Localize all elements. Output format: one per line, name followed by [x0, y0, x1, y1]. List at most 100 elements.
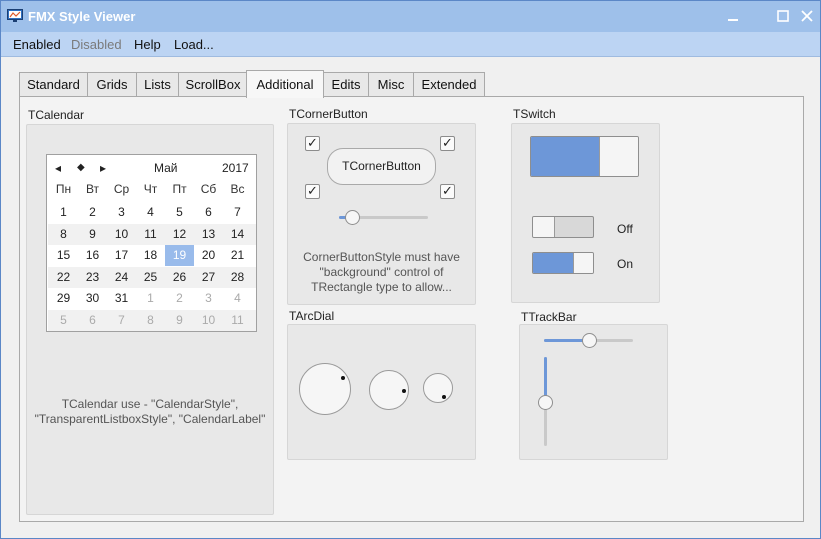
dial-indicator	[442, 395, 446, 399]
arc-dial-large[interactable]	[299, 363, 351, 415]
arc-dial-small[interactable]	[423, 373, 453, 403]
corner-checkbox-top-left[interactable]: ✓	[305, 135, 320, 151]
calendar-year: 2017	[222, 161, 249, 175]
corner-description-line-2: "background" control of	[319, 265, 444, 279]
tab-edits[interactable]: Edits	[323, 72, 369, 96]
calendar-day[interactable]: 17	[107, 245, 136, 266]
calendar-day[interactable]: 28	[223, 267, 252, 288]
on-switch[interactable]	[532, 252, 594, 274]
calendar-day[interactable]: 16	[78, 245, 107, 266]
tab-standard[interactable]: Standard	[19, 72, 88, 96]
today-button[interactable]: ◆	[77, 162, 85, 173]
calendar-day[interactable]: 25	[136, 267, 165, 288]
calendar-day[interactable]: 2	[165, 288, 194, 309]
calendar-description-line-2: "TransparentListboxStyle", "CalendarLabe…	[34, 412, 266, 426]
calendar-day[interactable]: 5	[49, 310, 78, 331]
calendar-day[interactable]: 14	[223, 224, 252, 245]
calendar-day[interactable]: 27	[194, 267, 223, 288]
calendar-month: Май	[154, 161, 178, 175]
tab-scrollbox[interactable]: ScrollBox	[178, 72, 248, 96]
menu-help[interactable]: Help	[134, 37, 161, 52]
check-icon: ✓	[307, 183, 318, 198]
corner-checkbox-bottom-left[interactable]: ✓	[305, 183, 320, 199]
calendar-day[interactable]: 8	[49, 224, 78, 245]
calendar-day[interactable]: 20	[194, 245, 223, 266]
tab-extended[interactable]: Extended	[413, 72, 485, 96]
calendar-day[interactable]: 7	[223, 202, 252, 223]
title-bar[interactable]: FMX Style Viewer	[1, 1, 820, 32]
calendar-day[interactable]: 26	[165, 267, 194, 288]
menu-bar: Enabled Disabled Help Load...	[1, 32, 820, 57]
corner-checkbox-top-right[interactable]: ✓	[440, 135, 455, 151]
calendar-day[interactable]: 4	[223, 288, 252, 309]
tab-lists[interactable]: Lists	[136, 72, 179, 96]
close-button[interactable]	[796, 5, 818, 27]
tab-misc[interactable]: Misc	[368, 72, 414, 96]
horizontal-trackbar-thumb[interactable]	[582, 333, 597, 348]
calendar-day[interactable]: 29	[49, 288, 78, 309]
calendar-day[interactable]: 1	[136, 288, 165, 309]
calendar-day[interactable]: 1	[49, 202, 78, 223]
calendar-day[interactable]: 15	[49, 245, 78, 266]
switch-knob[interactable]	[599, 137, 638, 176]
calendar-day[interactable]: 10	[107, 224, 136, 245]
calendar-day[interactable]: 9	[78, 224, 107, 245]
switch-knob[interactable]	[533, 217, 555, 237]
menu-enabled[interactable]: Enabled	[13, 37, 61, 52]
calendar-day[interactable]: 6	[78, 310, 107, 331]
calendar-day[interactable]: 2	[78, 202, 107, 223]
calendar-day[interactable]: 18	[136, 245, 165, 266]
big-switch[interactable]	[530, 136, 639, 177]
corner-button[interactable]: TCornerButton	[327, 148, 436, 185]
calendar-weekday: Сб	[200, 182, 217, 196]
calendar-day[interactable]: 30	[78, 288, 107, 309]
calendar-day[interactable]: 8	[136, 310, 165, 331]
check-icon: ✓	[442, 183, 453, 198]
calendar-day[interactable]: 11	[136, 224, 165, 245]
corner-description-line-3: TRectangle type to allow...	[311, 280, 452, 294]
calendar-group-label: TCalendar	[28, 108, 85, 122]
window-title: FMX Style Viewer	[28, 9, 136, 24]
calendar-day[interactable]: 31	[107, 288, 136, 309]
corner-button-description: CornerButtonStyle must have "background"…	[287, 250, 476, 295]
menu-load[interactable]: Load...	[174, 37, 214, 52]
calendar-day[interactable]: 22	[49, 267, 78, 288]
check-icon: ✓	[442, 135, 453, 150]
maximize-icon	[777, 10, 789, 22]
calendar-day[interactable]: 7	[107, 310, 136, 331]
calendar-day[interactable]: 4	[136, 202, 165, 223]
next-month-button[interactable]: ▸	[100, 161, 106, 175]
calendar-day[interactable]: 5	[165, 202, 194, 223]
calendar-day[interactable]: 21	[223, 245, 252, 266]
prev-month-button[interactable]: ◂	[55, 161, 61, 175]
calendar-day[interactable]: 13	[194, 224, 223, 245]
minimize-icon	[728, 19, 738, 21]
calendar-day[interactable]: 9	[165, 310, 194, 331]
calendar-day[interactable]: 3	[194, 288, 223, 309]
corner-trackbar-thumb[interactable]	[345, 210, 360, 225]
calendar[interactable]: ◂ ◆ ▸ Май 2017 Пн Вт Ср Чт Пт Сб Вс 1 2 3 4 5 6 7 8 9 10…	[46, 154, 257, 332]
tab-additional[interactable]: Additional	[246, 70, 324, 98]
calendar-day[interactable]: 24	[107, 267, 136, 288]
off-switch[interactable]	[532, 216, 594, 238]
calendar-day[interactable]: 10	[194, 310, 223, 331]
menu-disabled[interactable]: Disabled	[71, 37, 122, 52]
off-switch-label: Off	[617, 222, 633, 236]
calendar-day[interactable]: 19	[165, 245, 194, 266]
switch-group-label: TSwitch	[513, 107, 556, 121]
corner-checkbox-bottom-right[interactable]: ✓	[440, 183, 455, 199]
calendar-weekday: Чт	[143, 182, 158, 196]
calendar-day[interactable]: 3	[107, 202, 136, 223]
tab-grids[interactable]: Grids	[87, 72, 137, 96]
switch-on-fill	[531, 137, 599, 176]
calendar-day[interactable]: 23	[78, 267, 107, 288]
minimize-button[interactable]	[722, 5, 744, 27]
calendar-day[interactable]: 11	[223, 310, 252, 331]
calendar-weekday: Пн	[55, 182, 72, 196]
calendar-day[interactable]: 12	[165, 224, 194, 245]
calendar-day[interactable]: 6	[194, 202, 223, 223]
vertical-trackbar-thumb[interactable]	[538, 395, 553, 410]
arc-dial-medium[interactable]	[369, 370, 409, 410]
switch-knob[interactable]	[573, 253, 593, 273]
maximize-button[interactable]	[772, 5, 794, 27]
